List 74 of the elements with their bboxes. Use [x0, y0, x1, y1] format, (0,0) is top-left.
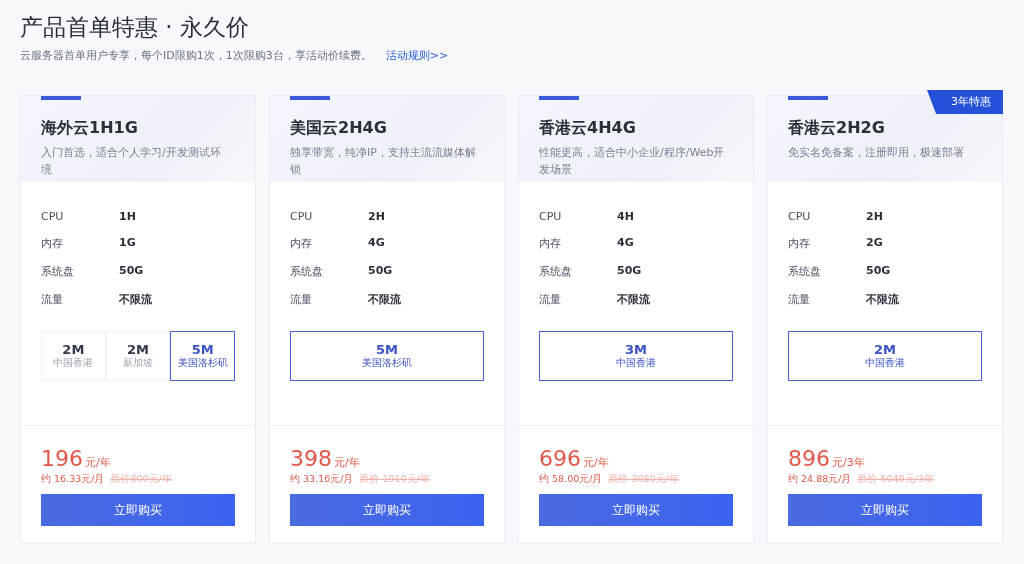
product-description: 性能更高，适合中小企业/程序/Web开发场景 — [539, 145, 726, 178]
spec-value: 50G — [368, 264, 393, 279]
spec-label: 内存 — [41, 236, 64, 251]
product-description: 免实名免备案，注册即用，极速部署 — [788, 145, 965, 161]
spec-value: 4G — [368, 236, 385, 251]
spec-label: 内存 — [788, 236, 811, 251]
product-name: 香港云4H4G — [539, 118, 636, 138]
spec-value: 50G — [617, 264, 642, 279]
product-description: 入门首选，适合个人学习/开发测试环境 — [41, 145, 222, 178]
accent-bar — [539, 96, 579, 100]
bandwidth-option[interactable]: 3M 中国香港 — [539, 331, 733, 381]
spec-label: 系统盘 — [41, 264, 75, 279]
original-price: 原价 1910元/年 — [359, 473, 430, 486]
buy-button[interactable]: 立即购买 — [539, 494, 733, 526]
spec-value: 2H — [866, 210, 883, 223]
product-name: 香港云2H2G — [788, 118, 885, 138]
promo-badge: 3年特惠 — [927, 90, 1003, 114]
buy-button[interactable]: 立即购买 — [788, 494, 982, 526]
spec-label: CPU — [290, 210, 314, 223]
bandwidth-option[interactable]: 5M 美国洛杉矶 — [290, 331, 484, 381]
spec-value: 2H — [368, 210, 385, 223]
spec-label: CPU — [41, 210, 65, 223]
price: 696 — [539, 446, 581, 471]
spec-label: CPU — [539, 210, 563, 223]
monthly-price: 约 33.16元/月 — [290, 473, 354, 486]
monthly-price: 约 58.00元/月 — [539, 473, 603, 486]
accent-bar — [290, 96, 330, 100]
original-price: 原价800元/年 — [110, 473, 172, 486]
spec-value: 2G — [866, 236, 883, 251]
bandwidth-option[interactable]: 5M 美国洛杉矶 — [170, 331, 235, 381]
spec-value: 不限流 — [617, 292, 650, 307]
spec-value: 4G — [617, 236, 634, 251]
spec-label: 流量 — [788, 292, 811, 307]
price: 398 — [290, 446, 332, 471]
spec-value: 不限流 — [866, 292, 899, 307]
bandwidth-option[interactable]: 2M 新加坡 — [105, 331, 171, 381]
spec-value: 4H — [617, 210, 634, 223]
spec-value: 50G — [866, 264, 891, 279]
price-unit: 元/3年 — [832, 455, 865, 470]
bandwidth-option[interactable]: 2M 中国香港 — [788, 331, 982, 381]
spec-label: 系统盘 — [539, 264, 573, 279]
spec-value: 1G — [119, 236, 136, 251]
original-price: 原价 3080元/年 — [608, 473, 679, 486]
original-price: 原价 6040元/3年 — [857, 473, 934, 486]
price-unit: 元/年 — [334, 455, 360, 470]
product-name: 美国云2H4G — [290, 118, 387, 138]
accent-bar — [41, 96, 81, 100]
spec-label: 系统盘 — [290, 264, 324, 279]
spec-label: CPU — [788, 210, 812, 223]
spec-label: 系统盘 — [788, 264, 822, 279]
price: 896 — [788, 446, 830, 471]
page-title: 产品首单特惠 · 永久价 — [20, 13, 250, 42]
spec-label: 流量 — [290, 292, 313, 307]
product-description: 独享带宽，纯净IP，支持主流流媒体解锁 — [290, 145, 477, 178]
promo-description: 云服务器首单用户专享，每个ID限购1次，1次限购3台，享活动价续费。 — [20, 48, 372, 63]
price: 196 — [41, 446, 83, 471]
monthly-price: 约 24.88元/月 — [788, 473, 852, 486]
monthly-price: 约 16.33元/月 — [41, 473, 105, 486]
spec-label: 流量 — [539, 292, 562, 307]
price-unit: 元/年 — [583, 455, 609, 470]
accent-bar — [788, 96, 828, 100]
rules-link[interactable]: 活动规则>> — [385, 48, 449, 63]
price-unit: 元/年 — [85, 455, 111, 470]
buy-button[interactable]: 立即购买 — [290, 494, 484, 526]
spec-label: 内存 — [539, 236, 562, 251]
spec-value: 不限流 — [368, 292, 401, 307]
bandwidth-option[interactable]: 2M 中国香港 — [41, 331, 106, 381]
product-name: 海外云1H1G — [41, 118, 138, 138]
spec-value: 不限流 — [119, 292, 152, 307]
spec-label: 流量 — [41, 292, 64, 307]
buy-button[interactable]: 立即购买 — [41, 494, 235, 526]
spec-value: 50G — [119, 264, 144, 279]
spec-label: 内存 — [290, 236, 313, 251]
spec-value: 1H — [119, 210, 136, 223]
